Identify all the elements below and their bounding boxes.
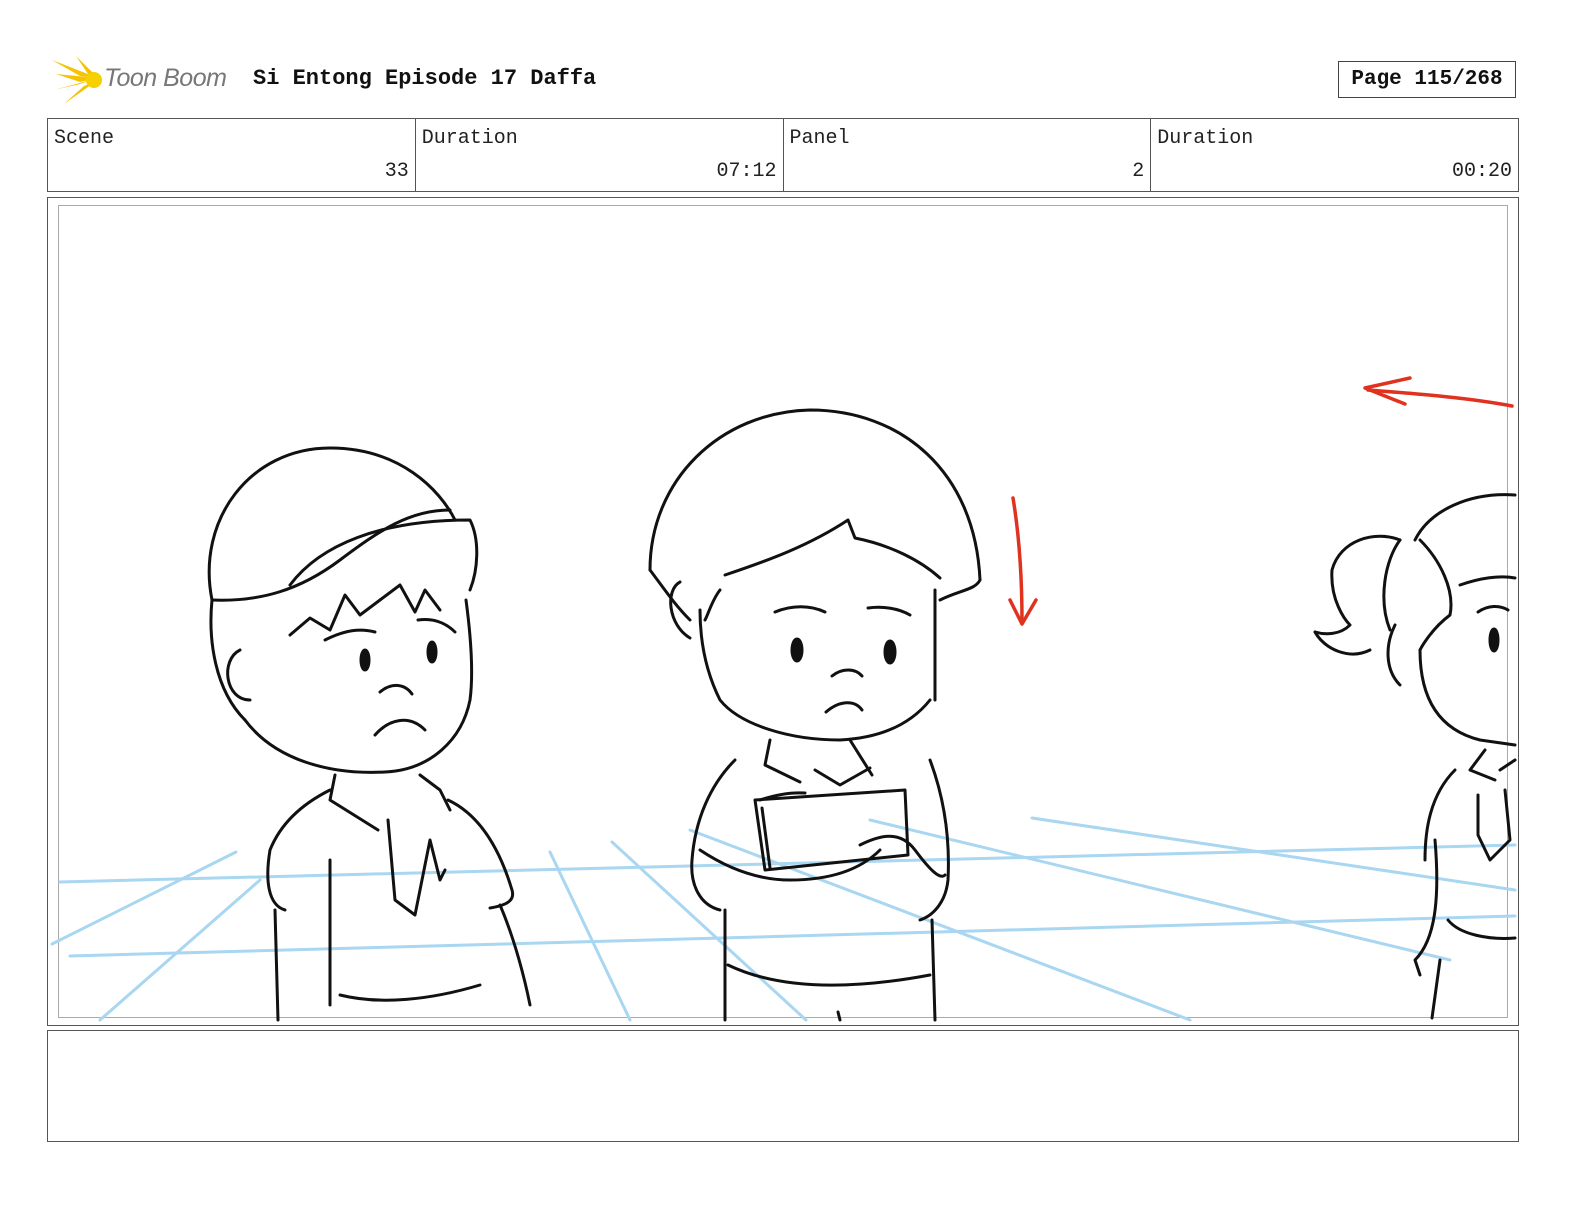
panel-duration-label: Duration (1157, 127, 1254, 150)
down-arrow-icon (1011, 496, 1024, 624)
project-title: Si Entong Episode 17 Daffa (253, 66, 597, 91)
panel-notes-box (47, 1030, 1519, 1142)
action-arrows (1008, 376, 1514, 626)
panel-cell: Panel 2 (784, 119, 1152, 191)
panel-label: Panel (789, 127, 850, 150)
character-boy-cap (207, 446, 532, 1022)
character-boy-book (648, 408, 982, 1022)
scene-cell: Scene 33 (48, 119, 416, 191)
scene-duration-value: 07:12 (716, 160, 777, 183)
scene-duration-cell: Duration 07:12 (416, 119, 784, 191)
scene-duration-label: Duration (421, 127, 518, 150)
logo-wordmark: Toon Boom (104, 64, 227, 92)
panel-info-row: Scene 33 Duration 07:12 Panel 2 Duration… (47, 118, 1519, 192)
scene-label: Scene (54, 127, 115, 150)
panel-duration-value: 00:20 (1451, 160, 1512, 183)
panel-value: 2 (1132, 160, 1145, 183)
storyboard-drawing (50, 376, 1517, 1022)
panel-duration-cell: Duration 00:20 (1151, 119, 1518, 191)
scene-value: 33 (384, 160, 409, 183)
page-indicator: Page 115/268 (1338, 61, 1516, 98)
character-girl-partial (1313, 493, 1517, 1020)
